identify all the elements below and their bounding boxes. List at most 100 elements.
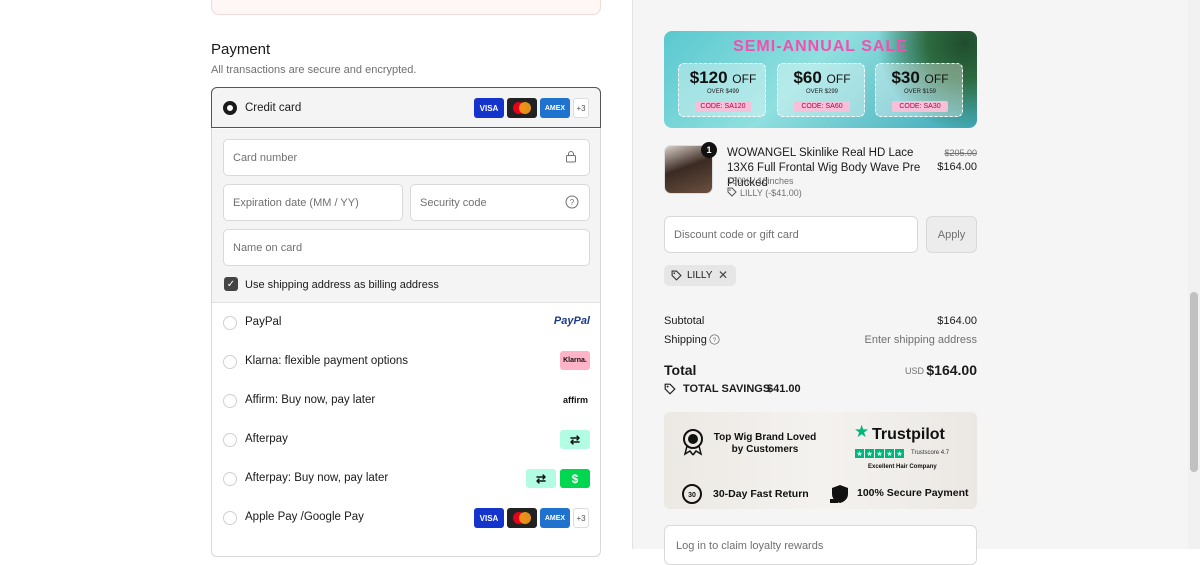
coupon-over: OVER $299 [805,89,839,95]
applepay-label: Apple Pay /Google Pay [245,511,364,523]
product-variant: 180% / 16inches [727,176,794,186]
discount-placeholder: Discount code or gift card [674,228,799,241]
subtotal-value: $164.00 [937,315,977,327]
coupon-120: $120 OFF OVER $499 CODE: SA120 [678,63,766,117]
selected-outline [211,87,601,128]
coupon-off: OFF [732,72,757,86]
card-number-placeholder: Card number [233,151,298,164]
remove-discount-icon[interactable]: ✕ [718,268,728,282]
payment-panel: Payment All transactions are secure and … [0,0,632,557]
billing-label: Use shipping address as billing address [245,279,439,291]
payment-method-paypal[interactable]: PayPal PayPal [212,303,600,343]
security-code-field[interactable]: Security code ? [410,184,590,221]
payment-methods: Credit card VISA AMEX +3 Card number Exp… [211,87,601,557]
applepay-radio[interactable] [223,511,237,525]
svg-text:?: ? [713,337,717,344]
shipping-help-icon[interactable]: ? [709,334,720,348]
trustpilot-stars: ★ ★ ★ ★ ★ [855,449,904,458]
payment-method-afterpay[interactable]: Afterpay ⇄ [212,420,600,460]
brand-line-1: Top Wig Brand Loved [713,432,817,443]
star-icon: ★ [895,449,904,458]
klarna-radio[interactable] [223,355,237,369]
return-label: 30-Day Fast Return [713,488,809,500]
coupon-code: CODE: SA60 [794,101,850,112]
card-number-field[interactable]: Card number [223,139,590,176]
affirm-label: Affirm: Buy now, pay later [245,394,376,406]
coupon-code: CODE: SA30 [892,101,948,112]
return-icon: 30 [681,483,703,509]
billing-checkbox[interactable]: ✓ [224,277,238,291]
trust-badges: Top Wig Brand Loved by Customers ★ Trust… [664,412,977,509]
secure-label: 100% Secure Payment [857,487,969,499]
applied-code: LILLY [687,270,713,281]
coupon-off: OFF [924,72,949,86]
afterpay-later-label: Afterpay: Buy now, pay later [245,472,389,484]
loyalty-box[interactable]: Log in to claim loyalty rewards [664,525,977,565]
visa-icon: VISA [474,508,504,528]
afterpay-label: Afterpay [245,433,288,445]
amex-icon: AMEX [540,508,570,528]
scrollbar-thumb[interactable] [1190,292,1198,472]
total-label: Total [664,362,697,378]
paypal-radio[interactable] [223,316,237,330]
klarna-label: Klarna: flexible payment options [245,355,409,367]
applied-discount-chip: LILLY ✕ [664,265,736,286]
savings-label: TOTAL SAVINGS [683,383,771,395]
tag-icon [671,270,682,284]
original-price: $205.00 [944,148,977,158]
coupon-60: $60 OFF OVER $299 CODE: SA60 [777,63,865,117]
afterpay-radio[interactable] [223,433,237,447]
cashapp-logo: $ [560,469,590,488]
svg-text:30: 30 [688,492,696,499]
payment-title: Payment [211,41,271,58]
sale-banner[interactable]: SEMI-ANNUAL SALE $120 OFF OVER $499 CODE… [664,31,977,128]
coupon-code: CODE: SA120 [695,101,751,112]
shipping-label: Shipping [664,334,707,346]
help-icon[interactable]: ? [565,195,579,209]
coupon-over: OVER $499 [706,89,740,95]
coupon-amount: $120 [689,68,728,87]
sale-title: SEMI-ANNUAL SALE [733,38,908,55]
savings-value: $41.00 [767,383,801,395]
subtotal-label: Subtotal [664,315,705,327]
trustpilot-logo: Trustpilot [872,426,945,443]
star-icon: ★ [855,449,864,458]
payment-subtitle: All transactions are secure and encrypte… [211,64,417,76]
award-icon [681,428,705,461]
name-on-card-placeholder: Name on card [233,241,303,254]
name-on-card-field[interactable]: Name on card [223,229,590,266]
discount-input[interactable]: Discount code or gift card [664,216,918,253]
affirm-radio[interactable] [223,394,237,408]
scrollbar[interactable] [1188,0,1200,549]
paypal-label: PayPal [245,316,282,328]
afterpay-logo: ⇄ [526,469,556,488]
coupon-amount: $60 [793,68,822,87]
affirm-logo: affirm [562,395,588,405]
expiration-field[interactable]: Expiration date (MM / YY) [223,184,403,221]
svg-text:?: ? [570,198,575,207]
loyalty-text: Log in to claim loyalty rewards [676,540,824,552]
shipping-value: Enter shipping address [864,334,977,346]
payment-method-applepay[interactable]: Apple Pay /Google Pay VISA AMEX +3 [212,498,600,538]
coupon-30: $30 OFF OVER $159 CODE: SA30 [875,63,963,117]
product-discount: LILLY (-$41.00) [740,188,802,198]
quantity-badge: 1 [701,142,717,158]
lock-icon [565,150,579,164]
star-icon: ★ [875,449,884,458]
payment-method-klarna[interactable]: Klarna: flexible payment options Klarna. [212,342,600,382]
savings-tag-icon [664,383,676,398]
apply-button[interactable]: Apply [926,216,977,253]
excellent-label: Excellent Hair Company [868,464,937,470]
secure-payment-icon [828,483,852,509]
afterpay-later-radio[interactable] [223,472,237,486]
mastercard-icon [507,508,537,528]
payment-method-afterpay-later[interactable]: Afterpay: Buy now, pay later ⇄ $ [212,459,600,499]
payment-method-affirm[interactable]: Affirm: Buy now, pay later affirm [212,381,600,421]
total-value: $164.00 [926,362,977,378]
afterpay-logo: ⇄ [560,430,590,449]
trustpilot-star-icon: ★ [854,422,870,441]
expiration-placeholder: Expiration date (MM / YY) [233,196,359,209]
security-code-placeholder: Security code [420,196,487,209]
notice-box [211,0,601,15]
trustscore: Trustscore 4.7 [911,450,950,456]
